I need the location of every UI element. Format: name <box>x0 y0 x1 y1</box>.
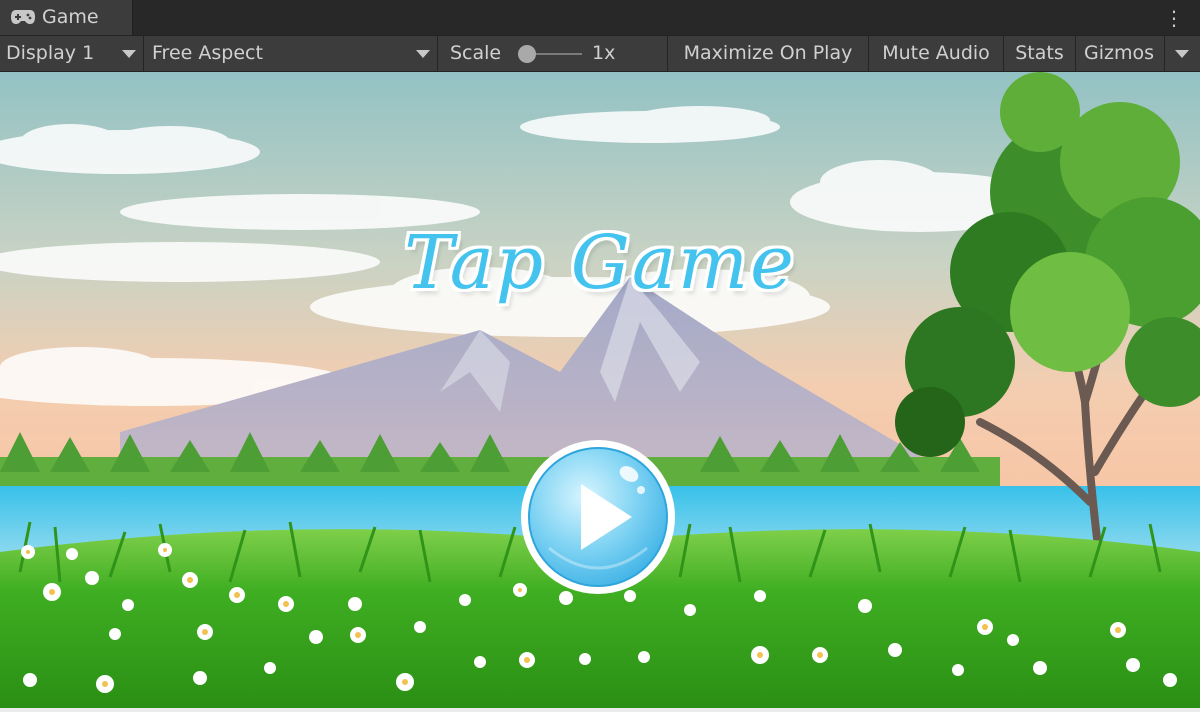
display-dropdown[interactable]: Display 1 <box>0 36 142 71</box>
bottom-border <box>0 708 1200 712</box>
scale-slider-handle[interactable] <box>518 45 536 63</box>
game-view-toolbar: Display 1 Free Aspect Scale 1x Maximize … <box>0 35 1200 72</box>
chevron-down-icon <box>122 50 136 58</box>
display-label: Display 1 <box>6 42 95 64</box>
scale-label: Scale <box>450 42 502 64</box>
stats-toggle[interactable]: Stats <box>1004 36 1075 71</box>
game-scene <box>0 72 1200 708</box>
play-button[interactable] <box>519 438 677 596</box>
chevron-down-icon <box>416 50 430 58</box>
tab-label: Game <box>42 6 99 28</box>
scale-value: 1x <box>592 42 616 64</box>
kebab-menu-icon[interactable]: ⋮ <box>1164 6 1184 30</box>
game-viewport[interactable]: Tap Game <box>0 72 1200 708</box>
game-title: Tap Game <box>404 220 796 306</box>
play-icon <box>521 440 675 594</box>
aspect-dropdown[interactable]: Free Aspect <box>144 36 437 71</box>
aspect-label: Free Aspect <box>152 42 263 64</box>
maximize-on-play-toggle[interactable]: Maximize On Play <box>668 36 868 71</box>
editor-tab-bar: Game ⋮ <box>0 0 1200 35</box>
gizmos-toggle[interactable]: Gizmos <box>1076 36 1162 71</box>
gizmos-dropdown[interactable] <box>1165 36 1200 71</box>
game-tab[interactable]: Game <box>0 0 133 35</box>
gamepad-icon <box>11 10 35 24</box>
chevron-down-icon <box>1175 50 1189 58</box>
mute-audio-toggle[interactable]: Mute Audio <box>869 36 1003 71</box>
